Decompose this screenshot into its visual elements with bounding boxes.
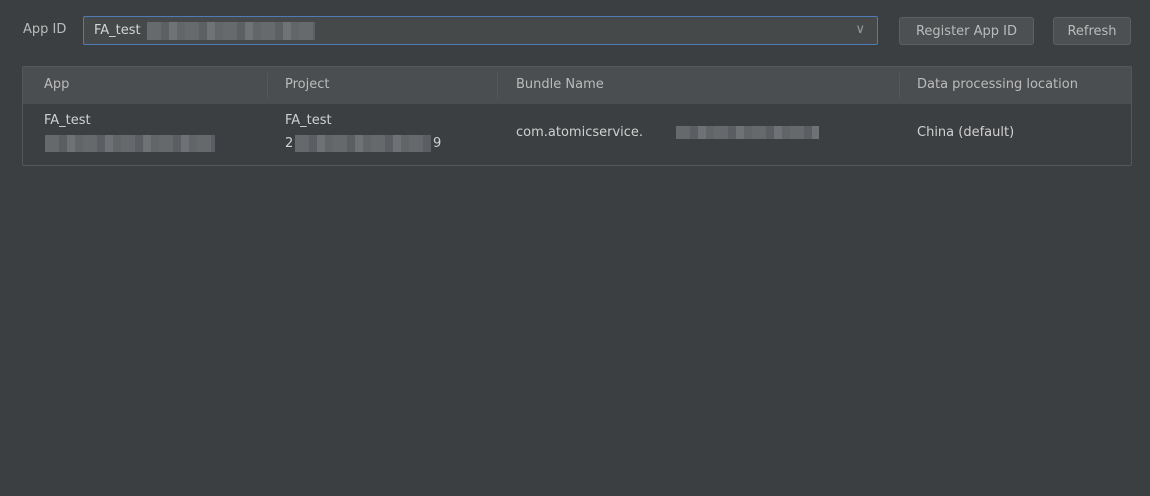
column-header-bundle-name: Bundle Name <box>516 77 604 92</box>
app-id-label: App ID <box>23 22 67 37</box>
column-divider[interactable] <box>899 73 900 98</box>
column-header-data-processing-location: Data processing location <box>917 77 1078 92</box>
column-header-app: App <box>44 77 70 92</box>
column-divider[interactable] <box>497 73 498 98</box>
project-name-cell: FA_test <box>285 113 332 128</box>
redacted-app-id <box>45 135 215 152</box>
column-header-project: Project <box>285 77 330 92</box>
app-name-cell: FA_test <box>44 113 91 128</box>
chevron-down-icon[interactable]: ∨ <box>855 22 865 37</box>
project-id-end: 9 <box>433 136 442 151</box>
redacted-app-id <box>147 22 315 40</box>
register-app-id-button[interactable]: Register App ID <box>899 17 1034 45</box>
table-row[interactable]: FA_test FA_test 2 9 com.atomicservice. C… <box>23 104 1131 165</box>
column-divider[interactable] <box>267 73 268 98</box>
table-header: App Project Bundle Name Data processing … <box>23 67 1131 104</box>
redacted-bundle-name <box>676 126 819 139</box>
bundle-name-cell: com.atomicservice. <box>516 125 644 140</box>
app-table: App Project Bundle Name Data processing … <box>22 66 1132 166</box>
app-id-dropdown[interactable]: FA_test ∨ <box>83 16 878 45</box>
toolbar: App ID FA_test ∨ Register App ID Refresh <box>0 16 1150 47</box>
location-cell: China (default) <box>917 125 1015 140</box>
app-id-value: FA_test <box>94 23 141 38</box>
project-id-start: 2 <box>285 136 294 151</box>
refresh-button[interactable]: Refresh <box>1053 17 1131 45</box>
redacted-project-id <box>295 135 431 152</box>
